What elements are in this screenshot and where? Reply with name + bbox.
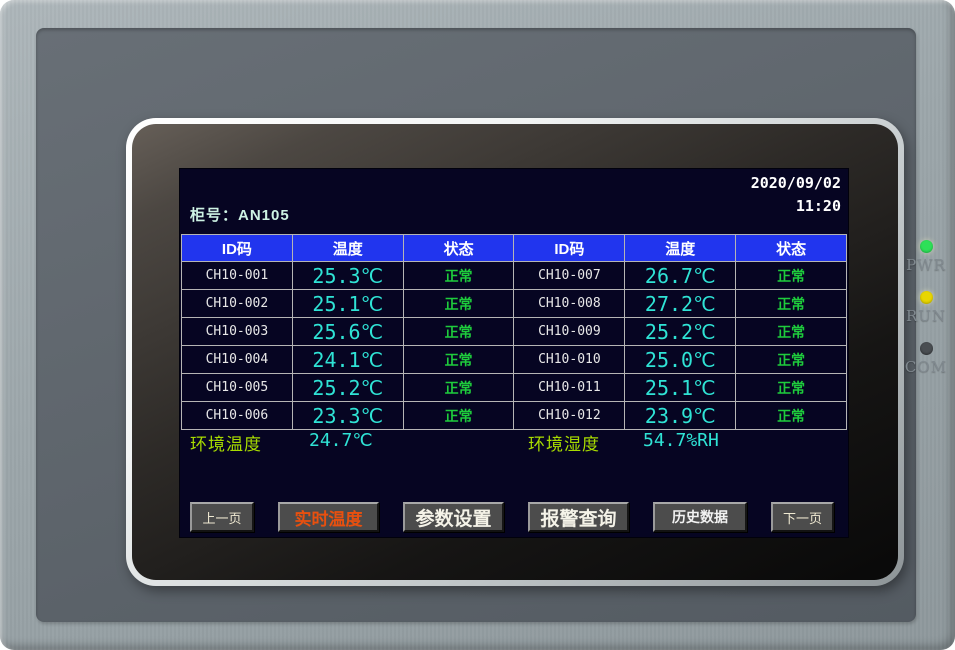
ambient-readings: 环境温度 24.7℃ 环境湿度 54.7%RH bbox=[179, 430, 849, 454]
column-header: 温度 bbox=[292, 235, 403, 262]
led-block-run: RUN bbox=[900, 291, 952, 325]
status-value: 正常 bbox=[736, 374, 847, 402]
run-led-label: RUN bbox=[900, 307, 952, 325]
status-value: 正常 bbox=[736, 346, 847, 374]
table-row: CH10-00225.1℃正常CH10-00827.2℃正常 bbox=[182, 290, 847, 318]
temperature-value: 25.6℃ bbox=[292, 318, 403, 346]
pwr-led-label: PWR bbox=[900, 256, 952, 274]
ambient-temp-value: 24.7℃ bbox=[309, 430, 373, 451]
temperature-value: 27.2℃ bbox=[625, 290, 736, 318]
status-value: 正常 bbox=[403, 290, 514, 318]
channel-id: CH10-005 bbox=[182, 374, 293, 402]
temperature-value: 24.1℃ bbox=[292, 346, 403, 374]
screen-frame: 2020/09/02 11:20 柜号：AN105 ID码温度状态ID码温度状态… bbox=[126, 118, 904, 586]
prev-page-button[interactable]: 上一页 bbox=[190, 502, 254, 532]
status-value: 正常 bbox=[403, 262, 514, 290]
temperature-table: ID码温度状态ID码温度状态 CH10-00125.3℃正常CH10-00726… bbox=[181, 234, 847, 430]
nav-button-bar: 上一页实时温度参数设置报警查询历史数据下一页 bbox=[190, 502, 834, 532]
status-value: 正常 bbox=[403, 346, 514, 374]
temperature-value: 23.3℃ bbox=[292, 402, 403, 430]
led-block-com: COM bbox=[900, 342, 952, 376]
temperature-value: 25.1℃ bbox=[292, 290, 403, 318]
screen-bezel: 2020/09/02 11:20 柜号：AN105 ID码温度状态ID码温度状态… bbox=[132, 124, 898, 580]
led-block-pwr: PWR bbox=[900, 240, 952, 274]
channel-id: CH10-001 bbox=[182, 262, 293, 290]
table-row: CH10-00125.3℃正常CH10-00726.7℃正常 bbox=[182, 262, 847, 290]
next-page-button[interactable]: 下一页 bbox=[771, 502, 834, 532]
table-row: CH10-00525.2℃正常CH10-01125.1℃正常 bbox=[182, 374, 847, 402]
column-header: 温度 bbox=[625, 235, 736, 262]
time-display: 11:20 bbox=[751, 195, 841, 218]
column-header: ID码 bbox=[514, 235, 625, 262]
channel-id: CH10-011 bbox=[514, 374, 625, 402]
history-data-button[interactable]: 历史数据 bbox=[653, 502, 747, 532]
temperature-value: 25.3℃ bbox=[292, 262, 403, 290]
ambient-humidity-value: 54.7%RH bbox=[643, 430, 719, 451]
realtime-temp-button[interactable]: 实时温度 bbox=[278, 502, 379, 532]
com-led-label: COM bbox=[900, 358, 952, 376]
cabinet-number-label: 柜号：AN105 bbox=[190, 204, 290, 225]
status-value: 正常 bbox=[403, 374, 514, 402]
column-header: 状态 bbox=[736, 235, 847, 262]
status-value: 正常 bbox=[736, 402, 847, 430]
ambient-humidity-label: 环境湿度 bbox=[528, 430, 600, 455]
channel-id: CH10-003 bbox=[182, 318, 293, 346]
temperature-value: 25.0℃ bbox=[625, 346, 736, 374]
status-value: 正常 bbox=[736, 290, 847, 318]
temperature-value: 26.7℃ bbox=[625, 262, 736, 290]
com-led-icon bbox=[920, 342, 933, 355]
column-header: ID码 bbox=[182, 235, 293, 262]
run-led-icon bbox=[920, 291, 933, 304]
channel-id: CH10-008 bbox=[514, 290, 625, 318]
device-inner-panel: 2020/09/02 11:20 柜号：AN105 ID码温度状态ID码温度状态… bbox=[36, 28, 916, 622]
status-value: 正常 bbox=[736, 318, 847, 346]
status-value: 正常 bbox=[736, 262, 847, 290]
lcd-screen: 2020/09/02 11:20 柜号：AN105 ID码温度状态ID码温度状态… bbox=[179, 168, 849, 538]
channel-id: CH10-004 bbox=[182, 346, 293, 374]
temperature-value: 25.2℃ bbox=[292, 374, 403, 402]
channel-id: CH10-002 bbox=[182, 290, 293, 318]
param-settings-button[interactable]: 参数设置 bbox=[403, 502, 504, 532]
alarm-query-button[interactable]: 报警查询 bbox=[528, 502, 629, 532]
table-row: CH10-00424.1℃正常CH10-01025.0℃正常 bbox=[182, 346, 847, 374]
date-display: 2020/09/02 bbox=[751, 172, 841, 195]
status-value: 正常 bbox=[403, 318, 514, 346]
channel-id: CH10-006 bbox=[182, 402, 293, 430]
pwr-led-icon bbox=[920, 240, 933, 253]
ambient-temp-label: 环境温度 bbox=[190, 430, 262, 455]
temperature-value: 23.9℃ bbox=[625, 402, 736, 430]
status-value: 正常 bbox=[403, 402, 514, 430]
led-indicator-panel: PWR RUN COM bbox=[900, 240, 952, 393]
hmi-device: 2020/09/02 11:20 柜号：AN105 ID码温度状态ID码温度状态… bbox=[0, 0, 955, 650]
channel-id: CH10-012 bbox=[514, 402, 625, 430]
channel-id: CH10-009 bbox=[514, 318, 625, 346]
table-row: CH10-00623.3℃正常CH10-01223.9℃正常 bbox=[182, 402, 847, 430]
screenshot-stage: 2020/09/02 11:20 柜号：AN105 ID码温度状态ID码温度状态… bbox=[0, 0, 955, 650]
column-header: 状态 bbox=[403, 235, 514, 262]
channel-id: CH10-010 bbox=[514, 346, 625, 374]
table-header-row: ID码温度状态ID码温度状态 bbox=[182, 235, 847, 262]
table-row: CH10-00325.6℃正常CH10-00925.2℃正常 bbox=[182, 318, 847, 346]
temperature-value: 25.1℃ bbox=[625, 374, 736, 402]
temperature-value: 25.2℃ bbox=[625, 318, 736, 346]
datetime-display: 2020/09/02 11:20 bbox=[751, 172, 841, 218]
channel-id: CH10-007 bbox=[514, 262, 625, 290]
